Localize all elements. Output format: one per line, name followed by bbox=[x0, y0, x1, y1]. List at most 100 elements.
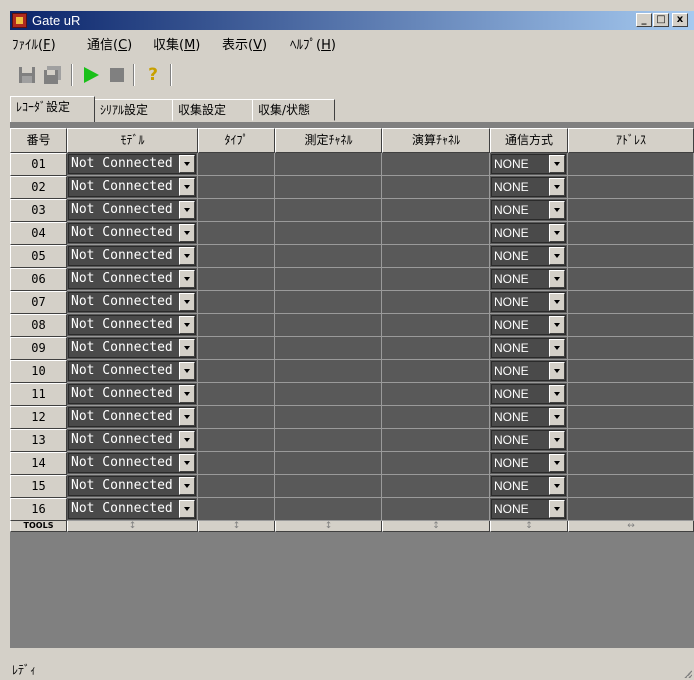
chevron-down-icon[interactable] bbox=[549, 339, 565, 357]
model-select[interactable]: Not Connected bbox=[68, 384, 196, 404]
model-cell[interactable]: Not Connected bbox=[67, 337, 198, 360]
model-select[interactable]: Not Connected bbox=[68, 292, 196, 312]
chevron-down-icon[interactable] bbox=[549, 408, 565, 426]
type-cell[interactable] bbox=[198, 337, 275, 360]
comm-method-select[interactable]: NONE bbox=[491, 315, 566, 335]
comm-cell[interactable]: NONE bbox=[490, 222, 568, 245]
comm-method-select[interactable]: NONE bbox=[491, 246, 566, 266]
type-cell[interactable] bbox=[198, 498, 275, 521]
measure-channel-cell[interactable] bbox=[275, 222, 382, 245]
row-number[interactable]: 15 bbox=[10, 475, 67, 498]
model-select[interactable]: Not Connected bbox=[68, 177, 196, 197]
row-number[interactable]: 04 bbox=[10, 222, 67, 245]
calc-channel-cell[interactable] bbox=[382, 268, 490, 291]
model-select[interactable]: Not Connected bbox=[68, 407, 196, 427]
tab-recorder-settings[interactable]: ﾚｺｰﾀﾞ設定 bbox=[10, 96, 95, 122]
comm-cell[interactable]: NONE bbox=[490, 245, 568, 268]
chevron-down-icon[interactable] bbox=[549, 201, 565, 219]
calc-channel-cell[interactable] bbox=[382, 291, 490, 314]
model-select[interactable]: Not Connected bbox=[68, 499, 196, 519]
maximize-button[interactable]: □ bbox=[653, 13, 669, 27]
model-select[interactable]: Not Connected bbox=[68, 315, 196, 335]
model-cell[interactable]: Not Connected bbox=[67, 360, 198, 383]
comm-method-select[interactable]: NONE bbox=[491, 499, 566, 519]
play-icon[interactable] bbox=[80, 64, 102, 86]
type-cell[interactable] bbox=[198, 291, 275, 314]
calc-channel-cell[interactable] bbox=[382, 406, 490, 429]
model-select[interactable]: Not Connected bbox=[68, 269, 196, 289]
comm-method-select[interactable]: NONE bbox=[491, 177, 566, 197]
tab-serial-settings[interactable]: ｼﾘｱﾙ設定 bbox=[94, 99, 173, 121]
chevron-down-icon[interactable] bbox=[549, 178, 565, 196]
measure-channel-cell[interactable] bbox=[275, 337, 382, 360]
model-cell[interactable]: Not Connected bbox=[67, 199, 198, 222]
title-bar[interactable]: Gate uR _ □ x bbox=[10, 11, 694, 30]
address-cell[interactable] bbox=[568, 153, 694, 176]
menu-communication[interactable]: 通信(C) bbox=[87, 34, 132, 53]
measure-channel-cell[interactable] bbox=[275, 314, 382, 337]
measure-channel-cell[interactable] bbox=[275, 245, 382, 268]
resize-grip-icon[interactable] bbox=[682, 668, 692, 678]
row-number[interactable]: 03 bbox=[10, 199, 67, 222]
chevron-down-icon[interactable] bbox=[179, 178, 195, 196]
model-select[interactable]: Not Connected bbox=[68, 476, 196, 496]
comm-method-select[interactable]: NONE bbox=[491, 430, 566, 450]
model-cell[interactable]: Not Connected bbox=[67, 498, 198, 521]
chevron-down-icon[interactable] bbox=[179, 477, 195, 495]
calc-channel-cell[interactable] bbox=[382, 153, 490, 176]
menu-collection[interactable]: 収集(M) bbox=[153, 34, 200, 53]
type-cell[interactable] bbox=[198, 153, 275, 176]
comm-cell[interactable]: NONE bbox=[490, 475, 568, 498]
row-number[interactable]: 09 bbox=[10, 337, 67, 360]
resize-handle-type[interactable]: ↕ bbox=[198, 520, 275, 532]
chevron-down-icon[interactable] bbox=[179, 270, 195, 288]
calc-channel-cell[interactable] bbox=[382, 199, 490, 222]
row-number[interactable]: 01 bbox=[10, 153, 67, 176]
minimize-button[interactable]: _ bbox=[636, 13, 652, 27]
chevron-down-icon[interactable] bbox=[549, 155, 565, 173]
model-select[interactable]: Not Connected bbox=[68, 246, 196, 266]
model-select[interactable]: Not Connected bbox=[68, 154, 196, 174]
comm-method-select[interactable]: NONE bbox=[491, 361, 566, 381]
comm-method-select[interactable]: NONE bbox=[491, 384, 566, 404]
measure-channel-cell[interactable] bbox=[275, 383, 382, 406]
calc-channel-cell[interactable] bbox=[382, 337, 490, 360]
chevron-down-icon[interactable] bbox=[549, 454, 565, 472]
comm-method-select[interactable]: NONE bbox=[491, 338, 566, 358]
save-as-icon[interactable] bbox=[42, 64, 64, 86]
chevron-down-icon[interactable] bbox=[179, 500, 195, 518]
calc-channel-cell[interactable] bbox=[382, 222, 490, 245]
row-number[interactable]: 11 bbox=[10, 383, 67, 406]
type-cell[interactable] bbox=[198, 222, 275, 245]
comm-method-select[interactable]: NONE bbox=[491, 476, 566, 496]
comm-cell[interactable]: NONE bbox=[490, 498, 568, 521]
comm-cell[interactable]: NONE bbox=[490, 199, 568, 222]
address-cell[interactable] bbox=[568, 383, 694, 406]
model-cell[interactable]: Not Connected bbox=[67, 475, 198, 498]
chevron-down-icon[interactable] bbox=[549, 293, 565, 311]
address-cell[interactable] bbox=[568, 199, 694, 222]
chevron-down-icon[interactable] bbox=[549, 431, 565, 449]
tab-collection-settings[interactable]: 収集設定 bbox=[172, 99, 253, 121]
measure-channel-cell[interactable] bbox=[275, 199, 382, 222]
row-number[interactable]: 12 bbox=[10, 406, 67, 429]
type-cell[interactable] bbox=[198, 245, 275, 268]
chevron-down-icon[interactable] bbox=[179, 155, 195, 173]
type-cell[interactable] bbox=[198, 452, 275, 475]
resize-handle-measure[interactable]: ↕ bbox=[275, 520, 382, 532]
row-number[interactable]: 10 bbox=[10, 360, 67, 383]
tools-button[interactable]: TOOLS bbox=[10, 520, 67, 532]
row-number[interactable]: 13 bbox=[10, 429, 67, 452]
type-cell[interactable] bbox=[198, 199, 275, 222]
comm-cell[interactable]: NONE bbox=[490, 291, 568, 314]
comm-cell[interactable]: NONE bbox=[490, 314, 568, 337]
calc-channel-cell[interactable] bbox=[382, 475, 490, 498]
chevron-down-icon[interactable] bbox=[179, 201, 195, 219]
comm-method-select[interactable]: NONE bbox=[491, 223, 566, 243]
model-select[interactable]: Not Connected bbox=[68, 430, 196, 450]
calc-channel-cell[interactable] bbox=[382, 429, 490, 452]
tab-collection-status[interactable]: 収集/状態 bbox=[252, 99, 335, 121]
chevron-down-icon[interactable] bbox=[549, 500, 565, 518]
chevron-down-icon[interactable] bbox=[179, 362, 195, 380]
comm-cell[interactable]: NONE bbox=[490, 268, 568, 291]
